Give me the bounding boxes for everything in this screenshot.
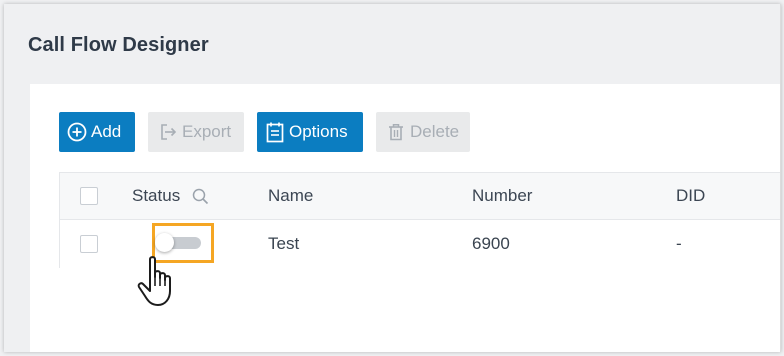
call-flow-table: Status Name Number DID Test 6900 - — [59, 172, 780, 268]
export-icon — [158, 122, 178, 142]
page-title: Call Flow Designer — [28, 34, 209, 56]
plus-circle-icon — [67, 122, 87, 142]
trash-icon — [386, 122, 406, 142]
did-column-header: DID — [676, 186, 706, 205]
row-number: 6900 — [472, 234, 510, 253]
options-label: Options — [289, 122, 348, 141]
export-label: Export — [182, 122, 232, 141]
add-button[interactable]: Add — [59, 112, 135, 152]
content-card: Add Export Options Delete Status Name Nu… — [30, 84, 780, 352]
options-icon — [265, 121, 285, 143]
row-did: - — [676, 234, 682, 253]
export-button[interactable]: Export — [148, 112, 244, 152]
delete-button[interactable]: Delete — [376, 112, 470, 152]
search-icon[interactable] — [192, 188, 209, 205]
number-column-header: Number — [472, 186, 533, 205]
delete-label: Delete — [410, 122, 460, 141]
table-header: Status Name Number DID — [60, 173, 780, 220]
row-name: Test — [268, 234, 300, 253]
row-checkbox[interactable] — [80, 235, 98, 253]
add-label: Add — [91, 122, 122, 141]
status-header-label: Status — [132, 186, 181, 205]
select-all-checkbox[interactable] — [80, 187, 98, 205]
toggle-knob — [155, 233, 174, 252]
status-toggle[interactable] — [155, 233, 201, 252]
hand-cursor-icon — [136, 255, 182, 314]
name-column-header: Name — [268, 186, 314, 205]
options-button[interactable]: Options — [257, 112, 363, 152]
app-window: Call Flow Designer Add Export Options De… — [4, 4, 781, 352]
status-column-header: Status — [132, 173, 209, 219]
